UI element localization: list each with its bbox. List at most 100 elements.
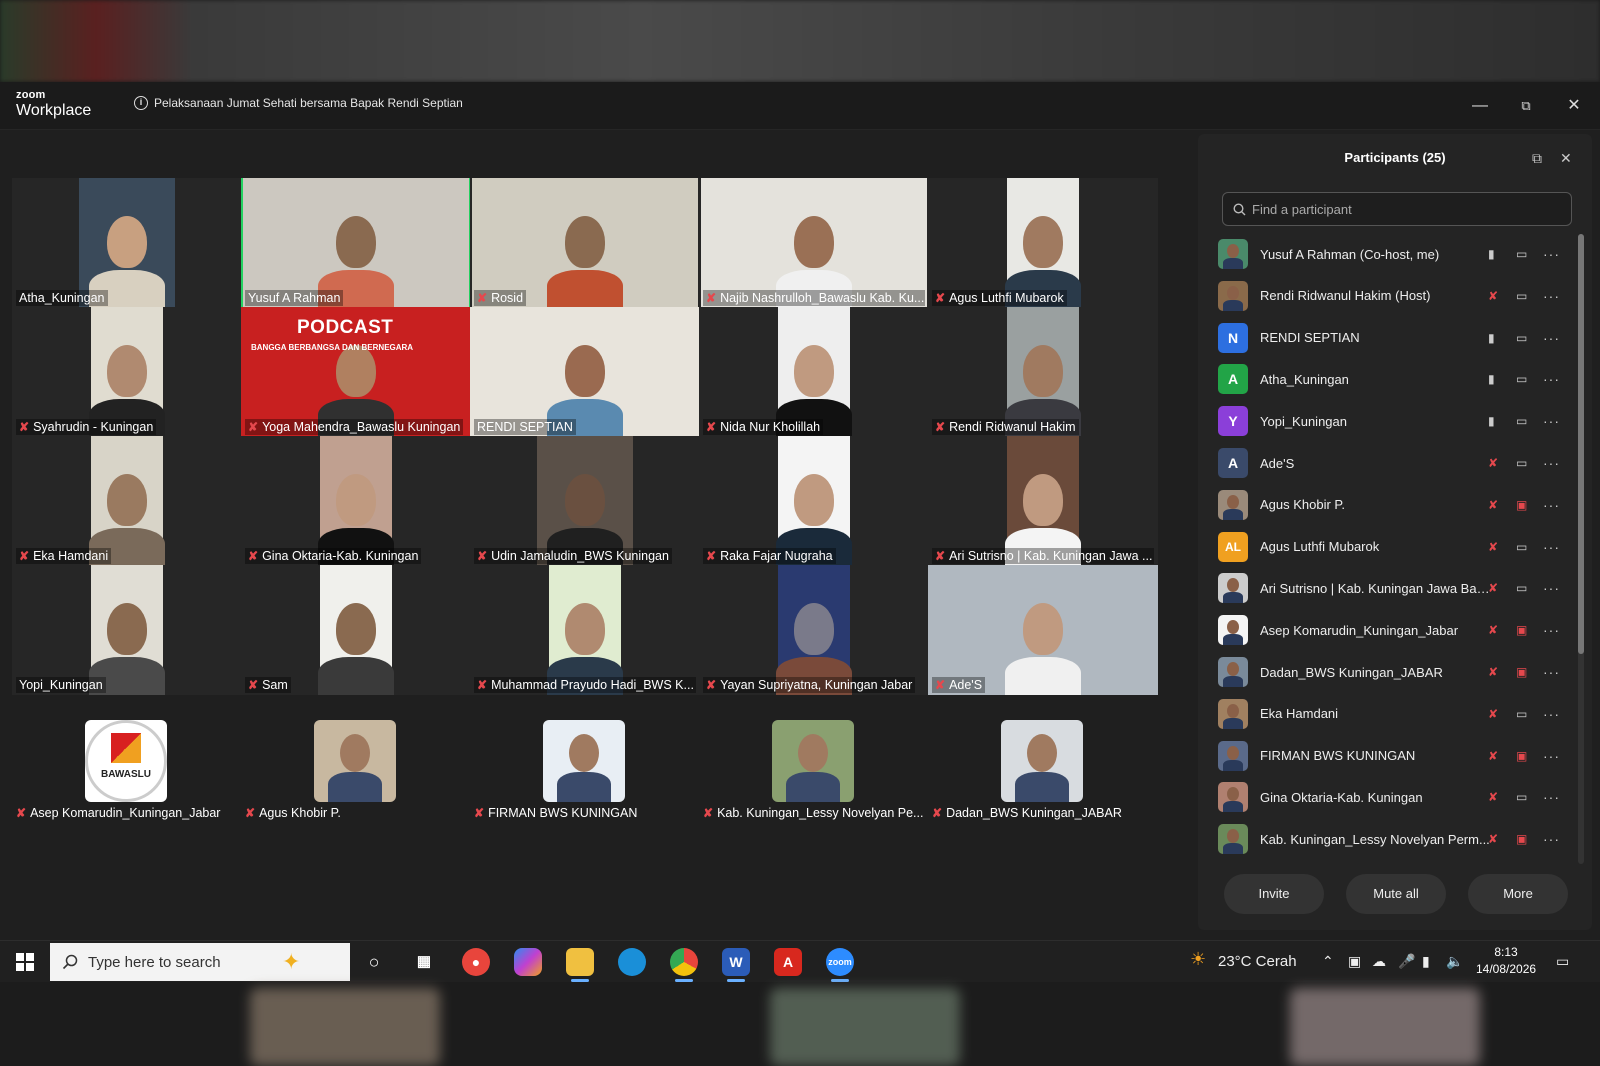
pop-out-icon[interactable]: ⧉ [1532, 134, 1542, 182]
camera-off-icon[interactable]: ▣ [1516, 498, 1527, 512]
more-options-icon[interactable]: ··· [1543, 246, 1560, 262]
participant-row[interactable]: Yusuf A Rahman (Co-host, me) ▮ ▭ ··· [1218, 234, 1573, 274]
mic-muted-icon[interactable]: ✘ [1488, 790, 1498, 804]
camera-icon[interactable]: ▭ [1516, 581, 1527, 595]
more-options-icon[interactable]: ··· [1543, 288, 1560, 304]
video-tile[interactable]: ✘ Gina Oktaria-Kab. Kuningan [241, 436, 471, 566]
camera-icon[interactable]: ▭ [1516, 372, 1527, 386]
camera-icon[interactable]: ▭ [1516, 289, 1527, 303]
more-options-icon[interactable]: ··· [1543, 580, 1560, 596]
acrobat-icon[interactable]: A [774, 948, 802, 976]
invite-button[interactable]: Invite [1224, 874, 1324, 914]
battery-icon[interactable]: ▮ [1422, 953, 1430, 970]
scrollbar-thumb[interactable] [1578, 234, 1584, 654]
more-options-icon[interactable]: ··· [1543, 371, 1560, 387]
participant-search-input[interactable] [1252, 201, 1552, 217]
participant-row[interactable]: Asep Komarudin_Kuningan_Jabar ✘ ▣ ··· [1218, 610, 1573, 650]
network-icon[interactable]: ▣ [1348, 953, 1361, 970]
video-tile[interactable]: ✘ Udin Jamaludin_BWS Kuningan [470, 436, 700, 566]
more-button[interactable]: More [1468, 874, 1568, 914]
video-tile[interactable]: ✘ Yayan Supriyatna, Kuningan Jabar [699, 565, 929, 695]
video-tile[interactable]: ✘ Muhammad Prayudo Hadi_BWS K... [470, 565, 700, 695]
mic-muted-icon[interactable]: ✘ [1488, 832, 1498, 846]
close-panel-icon[interactable]: ✕ [1560, 134, 1572, 182]
mic-muted-icon[interactable]: ✘ [1488, 665, 1498, 679]
mute-all-button[interactable]: Mute all [1346, 874, 1446, 914]
participant-row[interactable]: Agus Khobir P. ✘ ▣ ··· [1218, 485, 1573, 525]
mic-muted-icon[interactable]: ✘ [1488, 498, 1498, 512]
cortana-icon[interactable]: ○ [360, 948, 388, 976]
mic-muted-icon[interactable]: ✘ [1488, 581, 1498, 595]
camera-icon[interactable]: ▭ [1516, 540, 1527, 554]
camera-icon[interactable]: ▭ [1516, 414, 1527, 428]
edge-icon[interactable] [618, 948, 646, 976]
participant-row[interactable]: Y Yopi_Kuningan ▮ ▭ ··· [1218, 401, 1573, 441]
video-tile[interactable]: RENDI SEPTIAN [470, 307, 700, 437]
mic-icon[interactable]: ▮ [1488, 414, 1495, 428]
camera-icon[interactable]: ▭ [1516, 247, 1527, 261]
more-options-icon[interactable]: ··· [1543, 622, 1560, 638]
avatar-tile[interactable]: ✘ FIRMAN BWS KUNINGAN [470, 716, 700, 836]
copilot-icon[interactable] [514, 948, 542, 976]
video-tile[interactable]: Yusuf A Rahman [241, 178, 471, 308]
participant-row[interactable]: Eka Hamdani ✘ ▭ ··· [1218, 694, 1573, 734]
word-icon[interactable]: W [722, 948, 750, 976]
participant-row[interactable]: A Atha_Kuningan ▮ ▭ ··· [1218, 359, 1573, 399]
more-options-icon[interactable]: ··· [1543, 664, 1560, 680]
taskbar-search[interactable]: Type here to search ✦ [50, 943, 350, 981]
more-options-icon[interactable]: ··· [1543, 789, 1560, 805]
notification-icon[interactable]: ▭ [1556, 953, 1569, 970]
video-tile[interactable]: ✘ Sam [241, 565, 471, 695]
participant-search[interactable] [1222, 192, 1572, 226]
minimize-button[interactable]: — [1468, 94, 1492, 118]
more-options-icon[interactable]: ··· [1543, 706, 1560, 722]
mic-icon[interactable]: ▮ [1488, 247, 1495, 261]
camera-icon[interactable]: ▭ [1516, 790, 1527, 804]
video-tile[interactable]: ✘ Eka Hamdani [12, 436, 242, 566]
participant-row[interactable]: Dadan_BWS Kuningan_JABAR ✘ ▣ ··· [1218, 652, 1573, 692]
cloud-icon[interactable]: ☁ [1372, 953, 1386, 970]
avatar-tile[interactable]: ✘ Dadan_BWS Kuningan_JABAR [928, 716, 1158, 836]
camera-off-icon[interactable]: ▣ [1516, 832, 1527, 846]
mic-muted-icon[interactable]: ✘ [1488, 540, 1498, 554]
zoom-taskbar-icon[interactable]: zoom [826, 948, 854, 976]
video-tile[interactable]: ✘ Syahrudin - Kuningan [12, 307, 242, 437]
video-tile[interactable]: Atha_Kuningan [12, 178, 242, 308]
more-options-icon[interactable]: ··· [1543, 748, 1560, 764]
mic-muted-icon[interactable]: ✘ [1488, 289, 1498, 303]
camera-off-icon[interactable]: ▣ [1516, 749, 1527, 763]
task-view-icon[interactable]: ▦ [410, 948, 438, 976]
camera-off-icon[interactable]: ▣ [1516, 623, 1527, 637]
video-tile[interactable]: ✘ Rendi Ridwanul Hakim [928, 307, 1158, 437]
restore-button[interactable]: ⧉ [1514, 94, 1538, 118]
mic-icon[interactable]: ▮ [1488, 372, 1495, 386]
more-options-icon[interactable]: ··· [1543, 455, 1560, 471]
meeting-info[interactable]: i Pelaksanaan Jumat Sehati bersama Bapak… [134, 96, 463, 110]
participant-row[interactable]: FIRMAN BWS KUNINGAN ✘ ▣ ··· [1218, 736, 1573, 776]
more-options-icon[interactable]: ··· [1543, 539, 1560, 555]
chrome-alt-icon[interactable]: ● [462, 948, 490, 976]
microphone-icon[interactable]: 🎤 [1398, 953, 1415, 970]
video-tile[interactable]: ✘ Ari Sutrisno | Kab. Kuningan Jawa ... [928, 436, 1158, 566]
video-tile[interactable]: ✘ Raka Fajar Nugraha [699, 436, 929, 566]
mic-muted-icon[interactable]: ✘ [1488, 456, 1498, 470]
avatar-tile[interactable]: ✘ Kab. Kuningan_Lessy Novelyan Pe... [699, 716, 929, 836]
video-tile[interactable]: ✘ Ade'S [928, 565, 1158, 695]
chrome-icon[interactable] [670, 948, 698, 976]
participant-row[interactable]: Ari Sutrisno | Kab. Kuningan Jawa Bar...… [1218, 568, 1573, 608]
participant-row[interactable]: A Ade'S ✘ ▭ ··· [1218, 443, 1573, 483]
participant-row[interactable]: Rendi Ridwanul Hakim (Host) ✘ ▭ ··· [1218, 276, 1573, 316]
video-tile[interactable]: ✘ Rosid [470, 178, 700, 308]
camera-off-icon[interactable]: ▣ [1516, 665, 1527, 679]
avatar-tile[interactable]: BAWASLU ✘ Asep Komarudin_Kuningan_Jabar [12, 716, 242, 836]
mic-icon[interactable]: ▮ [1488, 331, 1495, 345]
video-tile[interactable]: PODCAST BANGGA BERBANGSA DAN BERNEGARA ✘ Yo… [241, 307, 471, 437]
info-icon[interactable]: i [134, 96, 148, 110]
avatar-tile[interactable]: ✘ Agus Khobir P. [241, 716, 471, 836]
participant-row[interactable]: N RENDI SEPTIAN ▮ ▭ ··· [1218, 318, 1573, 358]
more-options-icon[interactable]: ··· [1543, 497, 1560, 513]
clock[interactable]: 8:13 14/08/2026 [1476, 944, 1536, 978]
more-options-icon[interactable]: ··· [1543, 831, 1560, 847]
more-options-icon[interactable]: ··· [1543, 413, 1560, 429]
camera-icon[interactable]: ▭ [1516, 456, 1527, 470]
